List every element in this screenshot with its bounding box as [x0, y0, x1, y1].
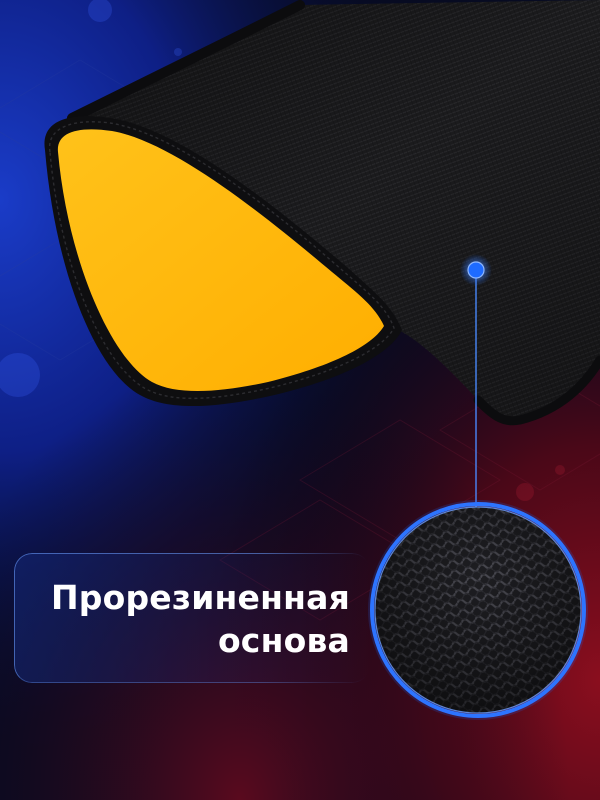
caption-line-2: основа [217, 621, 350, 660]
caption-line-1: Прорезиненная [50, 578, 350, 617]
product-image: Прорезиненная основа [0, 0, 600, 800]
feature-caption: Прорезиненная основа [51, 576, 350, 662]
